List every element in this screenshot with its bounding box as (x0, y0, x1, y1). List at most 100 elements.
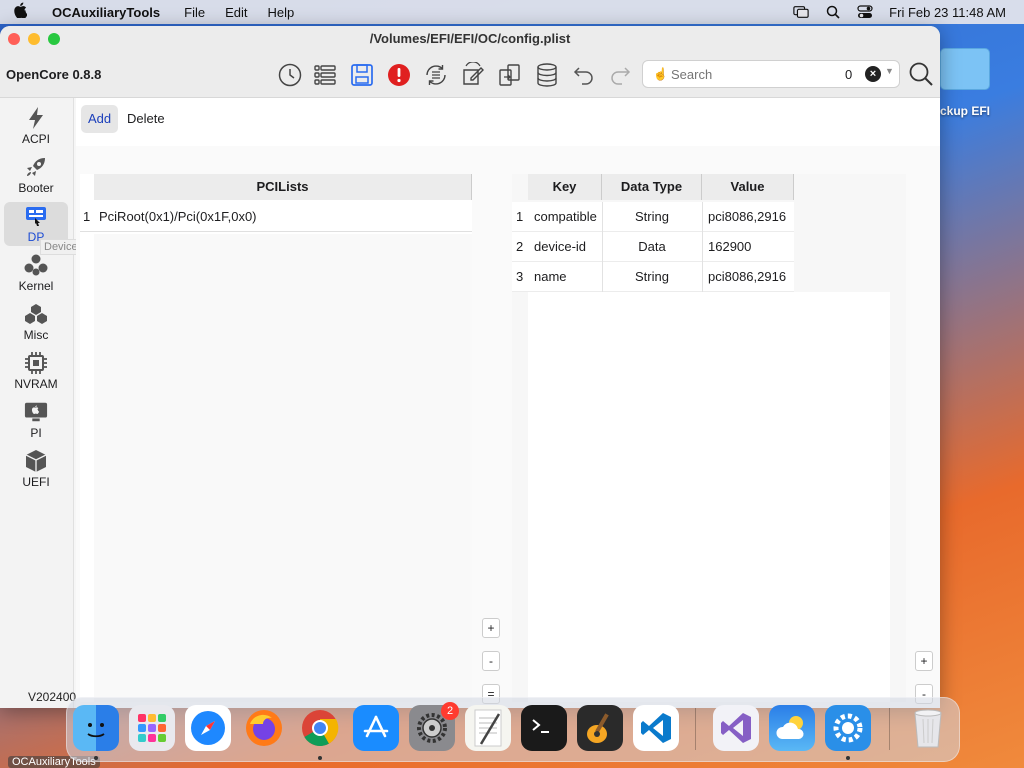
save-icon[interactable] (348, 61, 376, 89)
table-row[interactable]: 1 PciRoot(0x1)/Pci(0x1F,0x0) (80, 202, 472, 232)
safari-icon[interactable] (185, 705, 231, 751)
table-row[interactable]: 1 compatible String pci8086,2916 (512, 202, 794, 232)
sidebar-item-label: Misc (23, 328, 49, 342)
prop-add-row-button[interactable]: + (915, 651, 933, 671)
row-number: 1 (83, 209, 91, 224)
database-icon[interactable] (533, 61, 561, 89)
key-cell[interactable]: name (534, 269, 567, 284)
chrome-icon[interactable] (297, 705, 343, 751)
menubar-status-area: Fri Feb 23 11:48 AM (793, 0, 1006, 24)
app-store-icon[interactable] (353, 705, 399, 751)
row-number: 2 (516, 239, 524, 254)
apple-icon (24, 400, 48, 424)
table-header-data-type[interactable]: Data Type (602, 174, 702, 200)
clear-search-icon[interactable]: × (865, 66, 881, 82)
table-row[interactable]: 2 device-id Data 162900 (512, 232, 794, 262)
weather-icon[interactable] (769, 705, 815, 751)
title-bar[interactable]: /Volumes/EFI/EFI/OC/config.plist (0, 26, 940, 52)
edit-icon[interactable] (459, 61, 487, 89)
sidebar-item-acpi[interactable]: ACPI (4, 104, 68, 148)
window-title: /Volumes/EFI/EFI/OC/config.plist (369, 31, 571, 46)
table-empty-area[interactable] (528, 292, 890, 702)
refresh-list-icon[interactable] (422, 61, 450, 89)
data-type-cell[interactable]: Data (602, 239, 702, 254)
table-header-pcilists[interactable]: PCILists (94, 174, 472, 200)
table-row[interactable]: 3 name String pci8086,2916 (512, 262, 794, 292)
ocauxiliarytools-icon[interactable] (825, 705, 871, 751)
app-window: /Volumes/EFI/EFI/OC/config.plist OpenCor… (0, 26, 940, 708)
redo-icon[interactable] (606, 61, 634, 89)
chip-icon (24, 351, 48, 375)
search-input[interactable] (671, 65, 841, 83)
menu-help[interactable]: Help (257, 5, 304, 20)
value-cell[interactable]: pci8086,2916 (708, 209, 786, 224)
textedit-icon[interactable] (465, 705, 511, 751)
spotlight-icon[interactable] (825, 5, 841, 19)
menubar-clock[interactable]: Fri Feb 23 11:48 AM (889, 5, 1006, 20)
vscode-icon[interactable] (633, 705, 679, 751)
value-cell[interactable]: 162900 (708, 239, 751, 254)
sidebar-item-uefi[interactable]: UEFI (4, 447, 68, 491)
column-divider (702, 262, 703, 292)
chevron-down-icon[interactable]: ▼ (885, 66, 894, 76)
undo-icon[interactable] (570, 61, 598, 89)
sidebar-item-booter[interactable]: Booter (4, 153, 68, 197)
toolbar: OpenCore 0.8.8 ☝ Search 0 × ▼ (0, 52, 940, 98)
launchpad-icon[interactable] (129, 705, 175, 751)
sidebar-item-nvram[interactable]: NVRAM (4, 349, 68, 393)
visual-studio-icon[interactable] (713, 705, 759, 751)
trash-icon[interactable] (905, 705, 951, 751)
table-header-value[interactable]: Value (702, 174, 794, 200)
notification-badge: 2 (441, 702, 459, 720)
finder-icon[interactable] (73, 705, 119, 751)
menu-file[interactable]: File (174, 5, 215, 20)
control-center-icon[interactable] (857, 5, 873, 19)
key-cell[interactable]: device-id (534, 239, 586, 254)
running-indicator (94, 756, 98, 760)
lightning-icon (24, 106, 48, 130)
running-indicator (846, 756, 850, 760)
tab-delete[interactable]: Delete (120, 105, 172, 133)
data-type-cell[interactable]: String (602, 209, 702, 224)
apple-menu-icon[interactable] (0, 2, 40, 22)
desktop-folder-label[interactable]: ckup EFI (940, 104, 990, 118)
screen-mirroring-icon[interactable] (793, 5, 809, 19)
pci-remove-row-button[interactable]: - (482, 651, 500, 671)
column-divider (702, 232, 703, 262)
list-icon[interactable] (311, 61, 339, 89)
search-field[interactable]: ☝ 0 × ▼ (642, 60, 900, 88)
sidebar-item-pi[interactable]: PI (4, 398, 68, 442)
search-icon[interactable] (908, 61, 936, 89)
clock-icon[interactable] (276, 61, 304, 89)
search-result-count: 0 (845, 67, 853, 82)
pci-lists-table: PCILists 1 PciRoot(0x1)/Pci(0x1F,0x0) (80, 174, 472, 702)
cubes-icon (24, 302, 48, 326)
key-cell[interactable]: compatible (534, 209, 597, 224)
molecule-icon (24, 253, 48, 277)
sidebar-item-misc[interactable]: Misc (4, 300, 68, 344)
menu-edit[interactable]: Edit (215, 5, 257, 20)
terminal-icon[interactable] (521, 705, 567, 751)
garageband-icon[interactable] (577, 705, 623, 751)
pci-path-cell[interactable]: PciRoot(0x1)/Pci(0x1F,0x0) (99, 209, 257, 224)
table-empty-area[interactable] (94, 234, 472, 702)
sidebar-item-label: Kernel (18, 279, 54, 293)
sidebar-item-kernel[interactable]: Kernel (4, 251, 68, 295)
compare-icon[interactable] (496, 61, 524, 89)
tab-add[interactable]: Add (81, 105, 119, 133)
sidebar: ACPI Booter DP Kernel Misc NVRAM PI UEFI… (0, 98, 89, 708)
table-header-key[interactable]: Key (528, 174, 602, 200)
data-type-cell[interactable]: String (602, 269, 702, 284)
error-icon[interactable] (385, 61, 413, 89)
value-cell[interactable]: pci8086,2916 (708, 269, 786, 284)
menu-app-name[interactable]: OCAuxiliaryTools (40, 5, 174, 20)
pci-add-row-button[interactable]: + (482, 618, 500, 638)
device-icon (24, 204, 48, 228)
rocket-icon (24, 155, 48, 179)
firefox-icon[interactable] (241, 705, 287, 751)
main-content: Add Delete PCILists 1 PciRoot(0x1)/Pci(0… (76, 98, 940, 708)
device-properties-table: Key Data Type Value 1 compatible String … (512, 174, 906, 702)
sidebar-item-label: NVRAM (14, 377, 58, 391)
dock-separator (889, 708, 890, 750)
desktop-folder-icon[interactable] (940, 48, 990, 90)
